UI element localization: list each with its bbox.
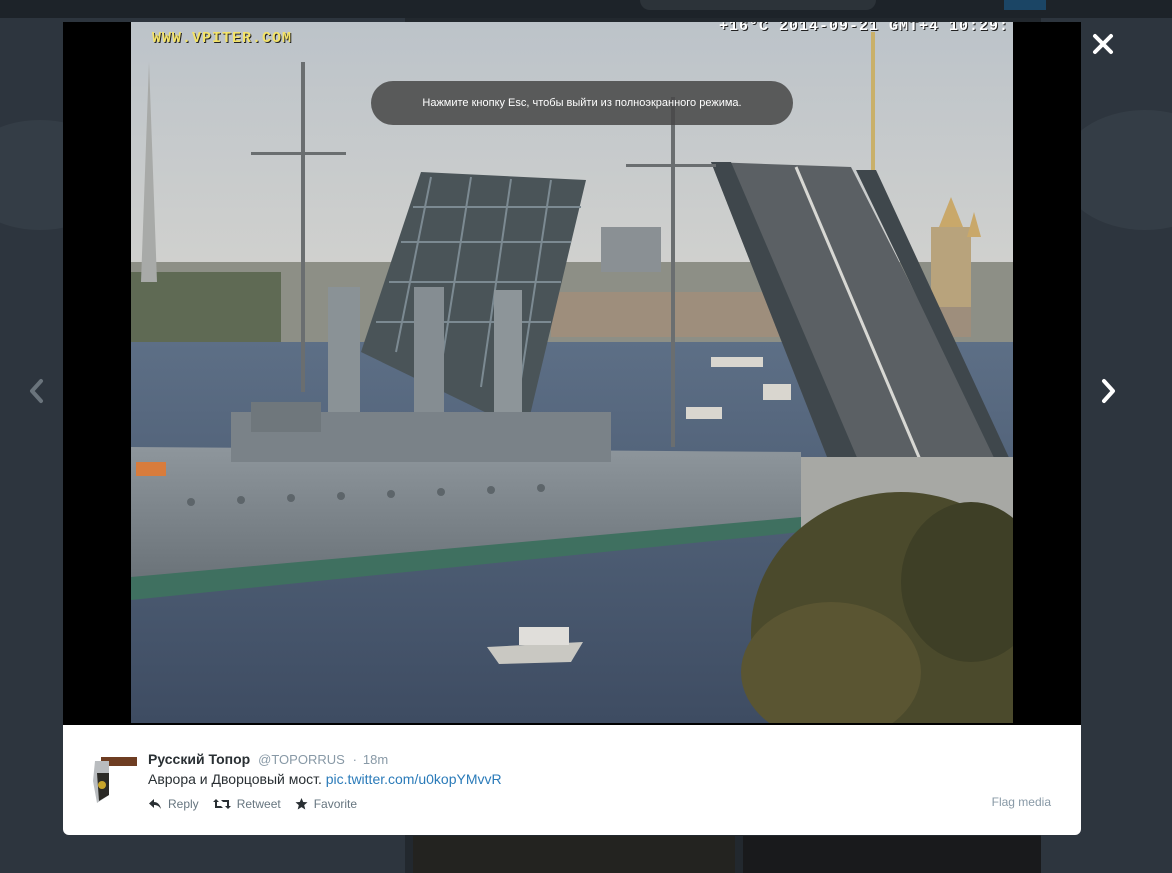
avatar[interactable] [91, 751, 137, 805]
media-frame: WWW.VPITER.COM +16°C 2014-09-21 GMT+4 10… [63, 22, 1081, 725]
watermark-timestamp: +16°C 2014-09-21 GMT+4 10:29: [718, 22, 1009, 35]
reply-icon [149, 799, 161, 809]
favorite-button[interactable]: Favorite [295, 797, 357, 811]
axe-avatar-icon [91, 751, 137, 805]
retweet-button[interactable]: Retweet [212, 797, 281, 811]
previous-media-button[interactable] [26, 378, 48, 404]
retweet-label: Retweet [236, 797, 281, 811]
close-icon [1093, 34, 1113, 54]
next-media-button[interactable] [1097, 378, 1119, 404]
media-modal: WWW.VPITER.COM +16°C 2014-09-21 GMT+4 10… [63, 22, 1081, 835]
star-icon [295, 798, 308, 810]
chevron-left-icon [30, 379, 43, 403]
tweet-header: Русский Топор @TOPORRUS · 18m [148, 751, 388, 767]
flag-media-link[interactable]: Flag media [992, 795, 1051, 809]
tweet-details: Русский Топор @TOPORRUS · 18m Аврора и Д… [63, 725, 1081, 835]
tweet-body: Аврора и Дворцовый мост. [148, 771, 326, 787]
header-separator: · [352, 752, 358, 767]
reply-button[interactable]: Reply [148, 797, 199, 811]
retweet-icon [212, 799, 231, 809]
chevron-right-icon [1102, 379, 1115, 403]
tweet-photo: WWW.VPITER.COM +16°C 2014-09-21 GMT+4 10… [131, 22, 1013, 723]
user-handle[interactable]: @TOPORRUS [258, 752, 345, 767]
favorite-label: Favorite [313, 797, 358, 811]
watermark-left: WWW.VPITER.COM [152, 30, 293, 47]
tweet-text: Аврора и Дворцовый мост. pic.twitter.com… [148, 771, 502, 787]
user-name[interactable]: Русский Топор [148, 751, 250, 767]
photo-image [131, 22, 1013, 723]
close-button[interactable] [1092, 33, 1114, 55]
fullscreen-notice: Нажмите кнопку Esc, чтобы выйти из полно… [371, 81, 793, 125]
tweet-actions: Reply Retweet Favorite [148, 797, 371, 811]
tweet-media-link[interactable]: pic.twitter.com/u0kopYMvvR [326, 771, 502, 787]
reply-label: Reply [168, 797, 199, 811]
tweet-timestamp[interactable]: 18m [363, 752, 388, 767]
